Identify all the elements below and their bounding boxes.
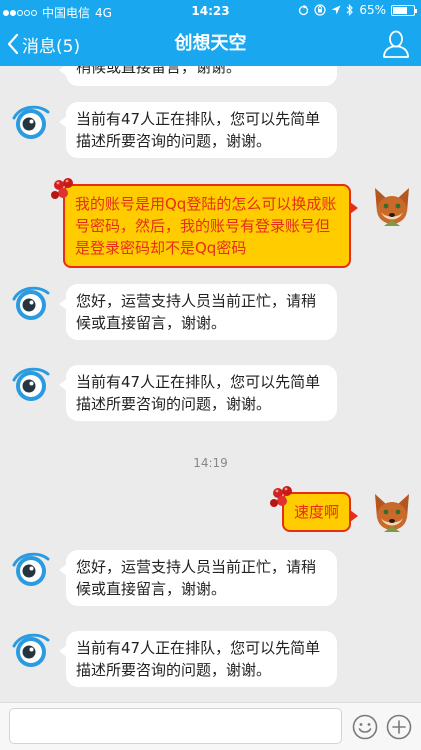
message-text: 当前有47人正在排队，您可以先简单描述所要咨询的问题，谢谢。	[76, 639, 321, 679]
status-bar: 中国电信 4G 14:23 65%	[0, 0, 421, 22]
message-text: 稍候或直接留言，谢谢。	[76, 66, 242, 76]
avatar[interactable]	[10, 547, 52, 589]
message-bubble-incoming[interactable]: 当前有47人正在排队，您可以先简单描述所要咨询的问题，谢谢。	[59, 365, 337, 421]
avatar[interactable]	[10, 281, 52, 323]
message-text: 您好，运营支持人员当前正忙，请稍候或直接留言，谢谢。	[76, 292, 317, 332]
message-bubble-incoming[interactable]: 稍候或直接留言，谢谢。	[59, 66, 337, 86]
fox-avatar-icon	[375, 188, 409, 226]
back-button[interactable]: 消息(5)	[6, 22, 80, 66]
bluetooth-icon	[346, 4, 354, 16]
chat-area[interactable]: 稍候或直接留言，谢谢。 当前有47人正在排队，您可以先简单描述所要咨询的问题，谢…	[0, 66, 421, 702]
support-eye-logo-icon	[12, 633, 50, 667]
message-bubble-incoming[interactable]: 当前有47人正在排队，您可以先简单描述所要咨询的问题，谢谢。	[59, 631, 337, 687]
input-bar	[0, 702, 421, 750]
fox-avatar-icon	[375, 494, 409, 532]
avatar[interactable]	[10, 628, 52, 670]
message-bubble-incoming[interactable]: 当前有47人正在排队，您可以先简单描述所要咨询的问题，谢谢。	[59, 102, 337, 158]
header: 中国电信 4G 14:23 65% 消息(5) 创想天空	[0, 0, 421, 66]
support-eye-logo-icon	[12, 552, 50, 586]
support-eye-logo-icon	[12, 286, 50, 320]
message-bubble-incoming[interactable]: 您好，运营支持人员当前正忙，请稍候或直接留言，谢谢。	[59, 284, 337, 340]
more-button[interactable]	[385, 713, 413, 741]
profile-button[interactable]	[381, 29, 411, 59]
lock-rotation-icon	[314, 4, 326, 16]
berries-decoration-icon	[269, 486, 292, 507]
message-input[interactable]	[9, 708, 342, 744]
chat-timestamp: 14:19	[193, 456, 228, 470]
message-bubble-outgoing[interactable]: 速度啊	[269, 486, 359, 532]
nav-bar: 消息(5) 创想天空	[0, 22, 421, 66]
location-arrow-icon	[331, 5, 341, 15]
message-bubble-incoming[interactable]: 您好，运营支持人员当前正忙，请稍候或直接留言，谢谢。	[59, 550, 337, 606]
support-eye-logo-icon	[12, 367, 50, 401]
avatar[interactable]	[10, 100, 52, 142]
message-text: 您好，运营支持人员当前正忙，请稍候或直接留言，谢谢。	[76, 558, 317, 598]
message-text: 当前有47人正在排队，您可以先简单描述所要咨询的问题，谢谢。	[76, 373, 321, 413]
message-text: 速度啊	[293, 503, 339, 521]
battery-percent: 65%	[359, 3, 386, 17]
refresh-lock-icon	[299, 4, 309, 15]
status-right: 65%	[298, 3, 417, 17]
berries-decoration-icon	[51, 178, 73, 199]
message-text: 我的账号是用Qq登陆的怎么可以换成账号密码，然后，我的账号有登录账号但是登录密码…	[75, 195, 337, 257]
message-text: 当前有47人正在排队，您可以先简单描述所要咨询的问题，谢谢。	[76, 110, 321, 150]
avatar-user[interactable]	[369, 182, 415, 228]
smiley-icon	[352, 714, 378, 740]
emoji-button[interactable]	[351, 713, 379, 741]
back-label: 消息(5)	[22, 36, 81, 57]
avatar[interactable]	[10, 362, 52, 404]
avatar-user[interactable]	[369, 488, 415, 534]
battery-icon	[391, 4, 417, 16]
chevron-left-icon	[7, 33, 19, 55]
message-bubble-outgoing[interactable]: 我的账号是用Qq登陆的怎么可以换成账号密码，然后，我的账号有登录账号但是登录密码…	[51, 178, 358, 268]
plus-circle-icon	[386, 714, 412, 740]
support-eye-logo-icon	[12, 105, 50, 139]
person-outline-icon	[383, 30, 409, 58]
